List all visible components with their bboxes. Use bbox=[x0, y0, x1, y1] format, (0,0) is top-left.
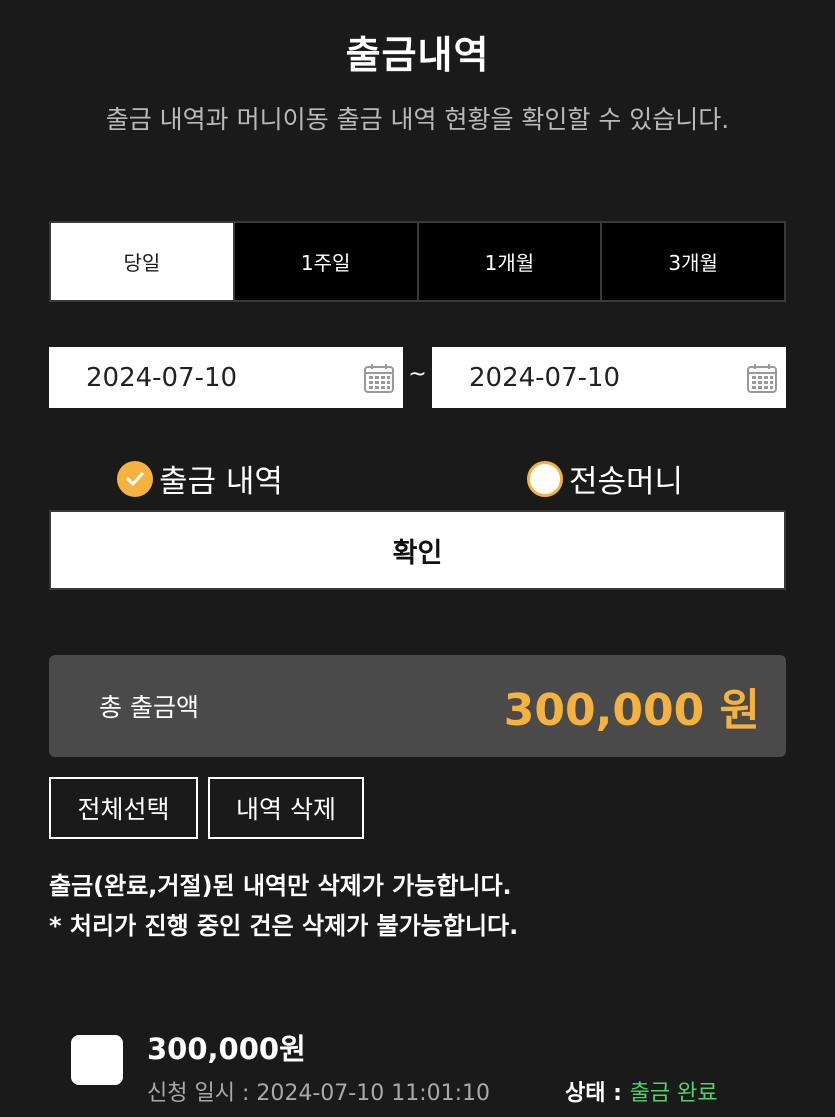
notice-text: 출금(완료,거절)된 내역만 삭제가 가능합니다. bbox=[49, 872, 512, 900]
radio-withdrawal-history[interactable]: 출금 내역 bbox=[117, 456, 283, 501]
record-request-date: 신청 일시 : 2024-07-10 11:01:10 bbox=[147, 1081, 491, 1106]
page-subtitle: 출금 내역과 머니이동 출금 내역 현황을 확인할 수 있습니다. bbox=[105, 105, 730, 134]
period-tabs: 당일 1주일 1개월 3개월 bbox=[49, 221, 786, 302]
select-all-button[interactable]: 전체선택 bbox=[49, 777, 198, 839]
total-amount: 300,000 원 bbox=[503, 685, 760, 736]
total-label: 총 출금액 bbox=[99, 693, 199, 722]
tab-3-months[interactable]: 3개월 bbox=[600, 223, 784, 300]
confirm-button[interactable]: 확인 bbox=[49, 510, 786, 590]
notice-text: * 처리가 진행 중인 건은 삭제가 불가능합니다. bbox=[49, 912, 519, 940]
radio-label: 출금 내역 bbox=[159, 464, 283, 500]
status-label: 상태 : bbox=[565, 1081, 630, 1106]
check-circle-icon bbox=[117, 460, 153, 497]
radio-transfer-money[interactable]: 전송머니 bbox=[527, 456, 683, 501]
status-value: 출금 완료 bbox=[629, 1081, 718, 1106]
record-status: 상태 : 출금 완료 bbox=[565, 1075, 718, 1107]
end-date-value: 2024-07-10 bbox=[469, 362, 621, 393]
tab-today[interactable]: 당일 bbox=[51, 223, 233, 300]
radio-label: 전송머니 bbox=[569, 464, 684, 500]
tab-1-month[interactable]: 1개월 bbox=[416, 223, 601, 300]
calendar-icon[interactable] bbox=[746, 362, 778, 394]
withdrawal-history-page: 출금내역 출금 내역과 머니이동 출금 내역 현황을 확인할 수 있습니다. 당… bbox=[0, 0, 835, 1117]
date-separator: ~ bbox=[408, 362, 427, 387]
record-checkbox[interactable] bbox=[71, 1035, 123, 1085]
tab-1-week[interactable]: 1주일 bbox=[232, 223, 417, 300]
page-title: 출금내역 bbox=[345, 33, 490, 77]
end-date-field[interactable]: 2024-07-10 bbox=[432, 347, 786, 408]
record-amount: 300,000원 bbox=[147, 1032, 306, 1066]
start-date-field[interactable]: 2024-07-10 bbox=[49, 347, 403, 408]
total-withdrawal-panel: 총 출금액 300,000 원 bbox=[49, 655, 786, 757]
calendar-icon[interactable] bbox=[363, 362, 395, 394]
start-date-value: 2024-07-10 bbox=[86, 362, 238, 393]
empty-circle-icon bbox=[527, 460, 563, 497]
delete-history-button[interactable]: 내역 삭제 bbox=[208, 777, 364, 839]
